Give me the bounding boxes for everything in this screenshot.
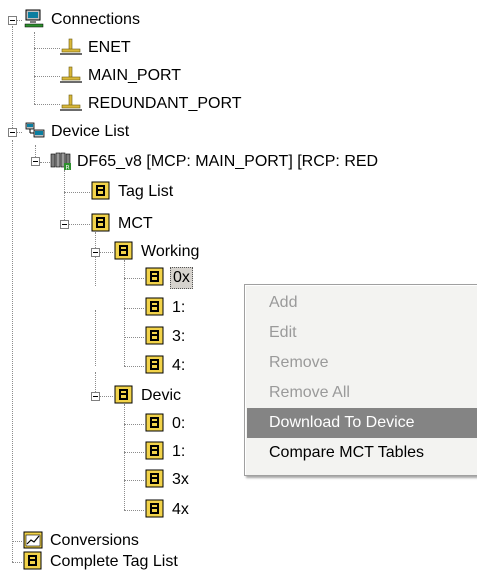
menu-item-download-to-device[interactable]: Download To Device (247, 408, 477, 438)
port-label: REDUNDANT_PORT (88, 95, 242, 112)
table-book-icon (144, 325, 166, 347)
table-book-icon (113, 384, 135, 406)
connections-label: Connections (51, 11, 140, 28)
conversions-label: Conversions (50, 532, 139, 549)
mct-label: MCT (118, 215, 153, 232)
context-menu: Add Edit Remove Remove All Download To D… (244, 284, 477, 476)
table-label: 3: (172, 328, 186, 345)
table-book-icon (90, 212, 112, 234)
table-book-icon (90, 180, 112, 202)
table-label: 3x (172, 471, 189, 488)
table-book-icon (144, 266, 166, 288)
table-label: 1: (172, 299, 186, 316)
port-connector-icon (60, 92, 82, 114)
collapse-toggle-device-list[interactable] (8, 128, 17, 137)
table-label: 0: (172, 415, 186, 432)
menu-item-compare-mct-tables[interactable]: Compare MCT Tables (247, 438, 477, 468)
table-book-icon (144, 468, 166, 490)
collapse-toggle-connections[interactable] (8, 16, 17, 25)
plc-device-icon: R (50, 150, 72, 172)
svg-text:R: R (66, 164, 70, 171)
selected-table-label: 0x (170, 267, 193, 289)
collapse-toggle-working[interactable] (91, 248, 100, 257)
table-book-icon (144, 354, 166, 376)
device-tables-label: Devic (141, 387, 182, 404)
device-label: DF65_v8 [MCP: MAIN_PORT] [RCP: RED (77, 153, 379, 170)
table-book-icon (144, 412, 166, 434)
collapse-toggle-mct[interactable] (60, 220, 69, 229)
network-computer-icon (24, 8, 46, 30)
conversion-chart-icon (22, 529, 44, 551)
collapse-toggle-device-tables[interactable] (91, 392, 100, 401)
table-book-icon (144, 440, 166, 462)
port-label: MAIN_PORT (88, 67, 182, 84)
port-label: ENET (88, 39, 131, 56)
table-book-icon (113, 240, 135, 262)
table-book-icon (22, 550, 44, 572)
port-connector-icon (60, 36, 82, 58)
table-book-icon (144, 296, 166, 318)
table-label: 4: (172, 357, 186, 374)
menu-item-edit: Edit (269, 324, 297, 341)
complete-tag-list-label: Complete Tag List (50, 553, 178, 570)
tag-list-label: Tag List (118, 183, 174, 200)
port-connector-icon (60, 64, 82, 86)
working-label: Working (141, 243, 200, 260)
table-label: 4x (172, 501, 189, 518)
table-label: 1: (172, 443, 186, 460)
device-list-icon (24, 120, 46, 142)
collapse-toggle-device[interactable] (31, 157, 40, 166)
menu-item-remove: Remove (269, 354, 329, 371)
device-list-label: Device List (51, 123, 130, 140)
table-book-icon (144, 498, 166, 520)
menu-item-remove-all: Remove All (269, 384, 350, 401)
menu-item-add: Add (269, 294, 298, 311)
